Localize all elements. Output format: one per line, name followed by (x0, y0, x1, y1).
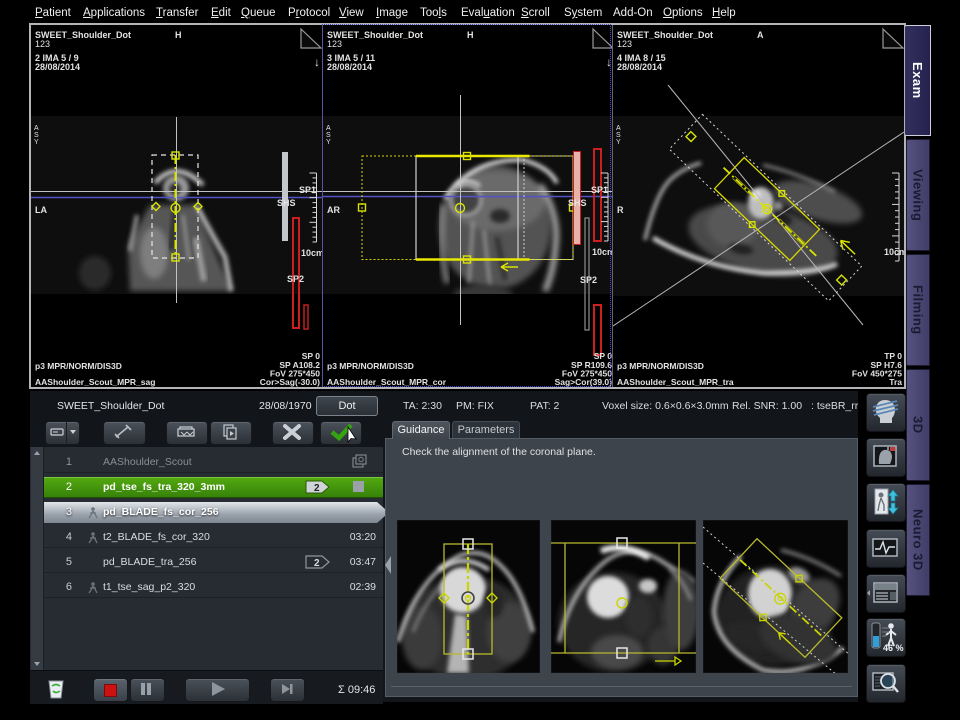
svg-text:↓: ↓ (314, 55, 320, 69)
svg-text:10cm: 10cm (884, 247, 904, 257)
svg-text:2: 2 (314, 483, 320, 494)
svg-text:A: A (616, 125, 621, 132)
svg-text:Y: Y (616, 139, 621, 146)
svg-text:AAShoulder_Scout_MPR_sag: AAShoulder_Scout_MPR_sag (35, 377, 155, 387)
svg-text:SHS: SHS (277, 198, 296, 208)
svg-text:AAShoulder_Scout_MPR_tra: AAShoulder_Scout_MPR_tra (617, 377, 734, 387)
svg-text:Y: Y (34, 139, 39, 146)
svg-text:28/08/2014: 28/08/2014 (617, 62, 662, 72)
svg-text:2: 2 (314, 558, 320, 569)
svg-text:10cm: 10cm (301, 248, 322, 258)
svg-text:A: A (757, 30, 764, 40)
svg-text:SP2: SP2 (287, 274, 304, 284)
svg-text:p3 MPR/NORM/DIS3D: p3 MPR/NORM/DIS3D (617, 361, 704, 371)
svg-text:SP1: SP1 (299, 185, 316, 195)
svg-text:H: H (175, 30, 182, 40)
svg-text:p3 MPR/NORM/DIS3D: p3 MPR/NORM/DIS3D (35, 361, 122, 371)
svg-text:S: S (34, 132, 39, 139)
svg-text:S: S (616, 132, 621, 139)
svg-text:A: A (34, 125, 39, 132)
svg-text:46 %: 46 % (883, 643, 904, 653)
svg-text:LA: LA (35, 205, 47, 215)
svg-text:28/08/2014: 28/08/2014 (35, 62, 80, 72)
svg-text:Tra: Tra (889, 377, 902, 387)
svg-text:Cor>Sag(-30.0): Cor>Sag(-30.0) (260, 377, 320, 387)
svg-text:123: 123 (617, 39, 632, 49)
svg-text:R: R (617, 205, 624, 215)
svg-text:123: 123 (35, 39, 50, 49)
